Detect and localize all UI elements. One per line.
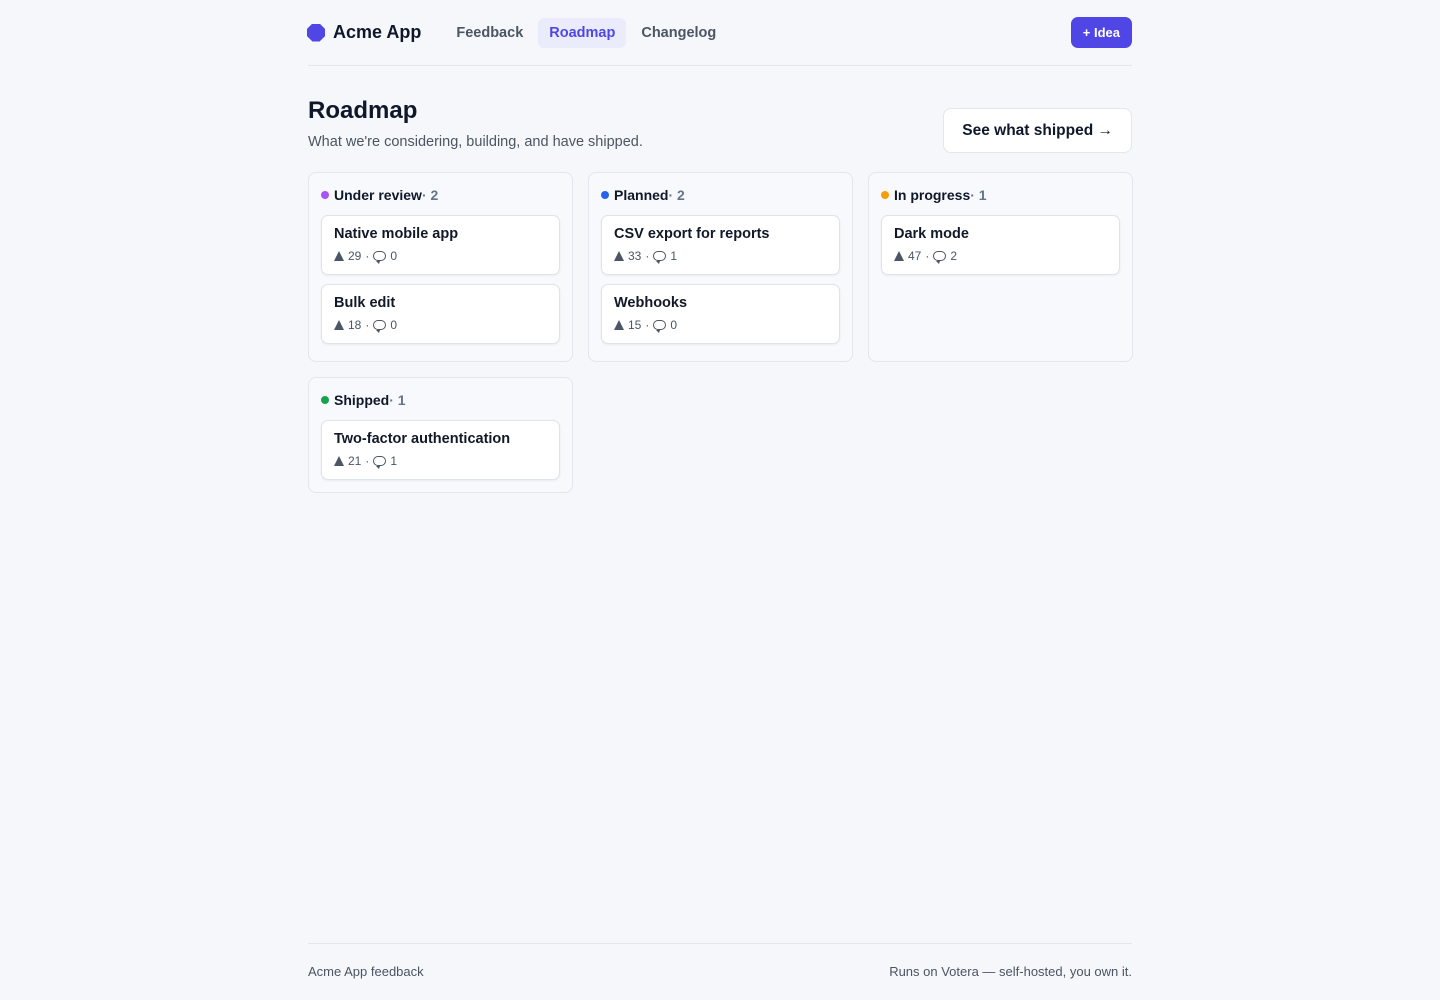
- status-dot: [321, 191, 329, 199]
- card-meta: 47 · 2: [894, 249, 1107, 264]
- comment-icon: [373, 320, 387, 333]
- column-planned: Planned · 2 CSV export for reports 33 · …: [588, 172, 853, 362]
- roadmap-card[interactable]: Dark mode 47 · 2: [881, 215, 1120, 275]
- roadmap-card[interactable]: Native mobile app 29 · 0: [321, 215, 560, 275]
- upvote-icon: [614, 320, 624, 330]
- upvote-icon: [334, 320, 344, 330]
- column-name: Shipped: [334, 392, 390, 408]
- status-dot: [881, 191, 889, 199]
- card-meta: 33 · 1: [614, 249, 827, 264]
- card-title: Webhooks: [614, 295, 688, 311]
- footer-left-text: Acme App feedback: [308, 964, 424, 979]
- vote-count: 33: [628, 249, 642, 263]
- comment-count: 2: [950, 249, 958, 263]
- page-container: Acme App Feedback Roadmap Changelog + Id…: [307, 0, 1133, 493]
- column-header: Shipped · 1: [321, 391, 560, 409]
- column-count: · 2: [668, 187, 685, 203]
- meta-separator: ·: [645, 249, 650, 263]
- card-title: Native mobile app: [334, 226, 459, 242]
- nav-link-feedback[interactable]: Feedback: [445, 18, 534, 48]
- vote-count: 18: [348, 318, 362, 332]
- comment-icon: [653, 251, 667, 264]
- comment-count: 1: [390, 454, 398, 468]
- vote-count: 29: [348, 249, 362, 263]
- column-name: Planned: [614, 187, 669, 203]
- column-count: · 1: [970, 187, 987, 203]
- nav-link-roadmap[interactable]: Roadmap: [538, 17, 627, 48]
- column-shipped: Shipped · 1 Two-factor authentication 21…: [308, 377, 573, 493]
- column-in-progress: In progress · 1 Dark mode 47 · 2: [868, 172, 1133, 362]
- card-meta: 15 · 0: [614, 318, 827, 333]
- upvote-icon: [334, 456, 344, 466]
- card-title: Bulk edit: [334, 295, 396, 311]
- status-dot: [321, 396, 329, 404]
- card-title: CSV export for reports: [614, 226, 770, 242]
- see-what-shipped-button[interactable]: See what shipped →: [943, 108, 1132, 153]
- meta-separator: ·: [365, 318, 370, 332]
- status-dot: [601, 191, 609, 199]
- meta-separator: ·: [365, 249, 370, 263]
- column-header: Under review · 2: [321, 186, 560, 204]
- card-title: Dark mode: [894, 226, 969, 242]
- roadmap-card[interactable]: Bulk edit 18 · 0: [321, 284, 560, 344]
- comment-icon: [933, 251, 947, 264]
- app-name: Acme App: [333, 22, 422, 42]
- column-name: Under review: [334, 187, 422, 203]
- comment-icon: [373, 456, 387, 469]
- page-title: Roadmap: [308, 97, 418, 124]
- top-nav-bar: Acme App Feedback Roadmap Changelog + Id…: [307, 0, 1132, 66]
- column-count: · 2: [421, 187, 439, 203]
- card-meta: 21 · 1: [334, 454, 547, 469]
- meta-separator: ·: [645, 318, 650, 332]
- page-subtitle: What we're considering, building, and ha…: [308, 134, 643, 150]
- page-footer: Acme App feedback Runs on Votera — self-…: [308, 943, 1132, 1000]
- card-meta: 18 · 0: [334, 318, 547, 333]
- roadmap-card[interactable]: CSV export for reports 33 · 1: [601, 215, 840, 275]
- comment-icon: [373, 251, 387, 264]
- upvote-icon: [894, 251, 904, 261]
- column-header: Planned · 2: [601, 186, 840, 204]
- column-header: In progress · 1: [881, 186, 1120, 204]
- brand[interactable]: Acme App: [307, 22, 421, 43]
- upvote-icon: [614, 251, 624, 261]
- column-count: · 1: [389, 392, 406, 408]
- meta-separator: ·: [365, 454, 370, 468]
- nav-link-changelog[interactable]: Changelog: [630, 18, 727, 48]
- upvote-icon: [334, 251, 344, 261]
- column-name: In progress: [894, 187, 971, 203]
- comment-count: 1: [670, 249, 678, 263]
- roadmap-board: Under review · 2 Native mobile app 29 · …: [308, 172, 1133, 493]
- vote-count: 15: [628, 318, 642, 332]
- vote-count: 47: [908, 249, 922, 263]
- vote-count: 21: [348, 454, 362, 468]
- roadmap-card[interactable]: Webhooks 15 · 0: [601, 284, 840, 344]
- roadmap-card[interactable]: Two-factor authentication 21 · 1: [321, 420, 560, 480]
- new-idea-button[interactable]: + Idea: [1070, 17, 1132, 48]
- column-under-review: Under review · 2 Native mobile app 29 · …: [308, 172, 573, 362]
- card-meta: 29 · 0: [334, 249, 547, 264]
- page-heading: Roadmap What we're considering, building…: [308, 66, 1132, 172]
- comment-icon: [653, 320, 667, 333]
- comment-count: 0: [670, 318, 678, 332]
- card-title: Two-factor authentication: [334, 431, 511, 447]
- meta-separator: ·: [925, 249, 930, 263]
- comment-count: 0: [390, 249, 398, 263]
- comment-count: 0: [390, 318, 398, 332]
- main-nav: Feedback Roadmap Changelog: [445, 17, 727, 48]
- octagon-logo-icon: [307, 23, 325, 42]
- footer-right-text: Runs on Votera — self-hosted, you own it…: [889, 964, 1132, 979]
